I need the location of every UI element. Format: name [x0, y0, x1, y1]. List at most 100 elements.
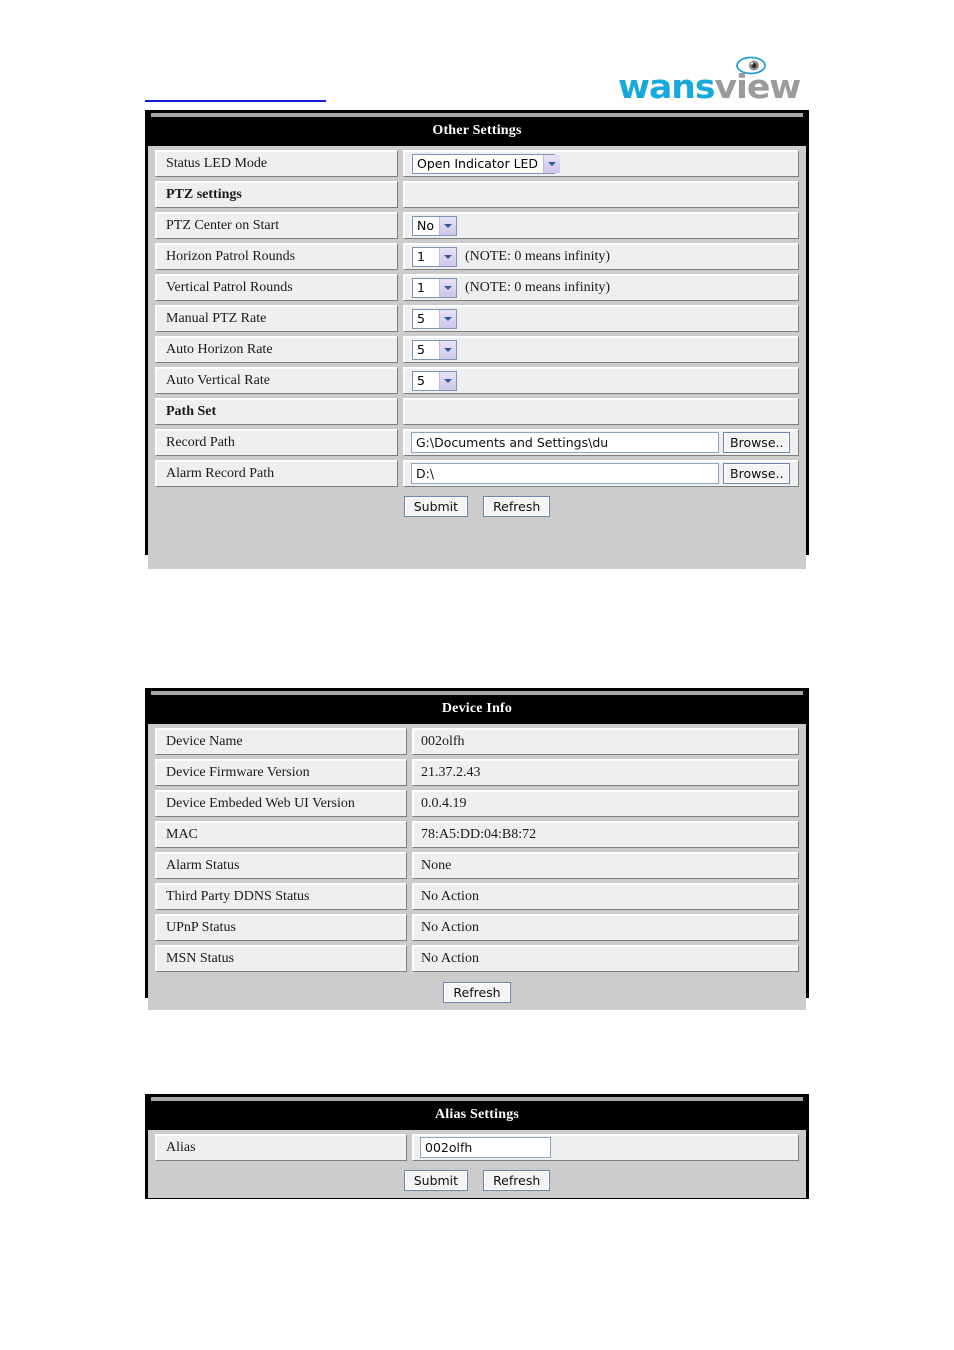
alias-settings-panel: Alias Settings Alias 002olfh Submit Refresh — [145, 1094, 809, 1199]
table-row: Third Party DDNS Status No Action — [155, 883, 799, 910]
path-input-9[interactable]: G:\Documents and Settings\du — [411, 432, 719, 453]
select-value: 5 — [417, 342, 425, 357]
row-value: 002olfh — [412, 1134, 799, 1161]
path-input-group: D:\ Browse.. — [411, 463, 798, 484]
alias-settings-title: Alias Settings — [434, 1107, 520, 1122]
submit-button[interactable]: Submit — [403, 496, 469, 517]
logo-text-wans: wans — [618, 67, 716, 106]
select-value: 5 — [417, 373, 425, 388]
row-value: 21.37.2.43 — [412, 759, 799, 786]
row-label: Path Set — [155, 398, 398, 425]
note-text: (NOTE: 0 means infinity) — [465, 279, 611, 295]
select-value: 1 — [417, 249, 425, 264]
table-row: Alarm Status None — [155, 852, 799, 879]
header-blue-divider — [145, 100, 326, 102]
row-value: 1 (NOTE: 0 means infinity) — [403, 243, 799, 270]
row-label: Alias — [155, 1134, 407, 1161]
table-row: Horizon Patrol Rounds 1 (NOTE: 0 means inf… — [155, 243, 799, 270]
logo-text-view: view — [714, 67, 801, 106]
chevron-glyph — [444, 223, 452, 228]
row-value: 1 (NOTE: 0 means infinity) — [403, 274, 799, 301]
device-info-body: Device Name 002olfh Device Firmware Versio… — [148, 724, 806, 1010]
select-2[interactable]: No — [412, 215, 457, 236]
row-label: PTZ Center on Start — [155, 212, 398, 239]
refresh-button[interactable]: Refresh — [483, 1170, 551, 1191]
table-row: Auto Vertical Rate 5 — [155, 367, 799, 394]
submit-button[interactable]: Submit — [403, 1170, 469, 1191]
row-value: 0.0.4.19 — [412, 790, 799, 817]
select-7[interactable]: 5 — [412, 370, 457, 391]
row-value: No — [403, 212, 799, 239]
select-value: 5 — [417, 311, 425, 326]
alias-settings-body: Alias 002olfh Submit Refresh — [148, 1130, 806, 1198]
row-label: PTZ settings — [155, 181, 398, 208]
refresh-button[interactable]: Refresh — [443, 982, 511, 1003]
table-row: MSN Status No Action — [155, 945, 799, 972]
select-6[interactable]: 5 — [412, 339, 457, 360]
row-value: No Action — [412, 945, 799, 972]
chevron-down-icon — [543, 154, 561, 173]
row-label: Horizon Patrol Rounds — [155, 243, 398, 270]
row-value: G:\Documents and Settings\du Browse.. — [403, 429, 799, 456]
table-row: Alias 002olfh — [155, 1134, 799, 1161]
wansview-logo: wansview — [618, 56, 810, 106]
path-input-10[interactable]: D:\ — [411, 463, 719, 484]
chevron-down-icon — [439, 278, 456, 297]
row-value: 002olfh — [412, 728, 799, 755]
chevron-glyph — [444, 316, 452, 321]
select-5[interactable]: 5 — [412, 308, 457, 329]
row-label: Alarm Record Path — [155, 460, 398, 487]
row-value: D:\ Browse.. — [403, 460, 799, 487]
row-label: MSN Status — [155, 945, 407, 972]
table-row: Device Firmware Version 21.37.2.43 — [155, 759, 799, 786]
table-row: Auto Horizon Rate 5 — [155, 336, 799, 363]
table-row: Path Set — [155, 398, 799, 425]
table-row: Manual PTZ Rate 5 — [155, 305, 799, 332]
chevron-glyph — [444, 347, 452, 352]
button-bar: Submit Refresh — [155, 491, 799, 524]
table-row: Status LED Mode Open Indicator LED — [155, 150, 799, 177]
row-label: UPnP Status — [155, 914, 407, 941]
path-input-group: G:\Documents and Settings\du Browse.. — [411, 432, 798, 453]
row-label: MAC — [155, 821, 407, 848]
chevron-down-icon — [439, 309, 456, 328]
table-row: Alarm Record Path D:\ Browse.. — [155, 460, 799, 487]
button-bar: Submit Refresh — [155, 1165, 799, 1198]
row-value: No Action — [412, 914, 799, 941]
row-label: Manual PTZ Rate — [155, 305, 398, 332]
table-row: Vertical Patrol Rounds 1 (NOTE: 0 means in… — [155, 274, 799, 301]
row-label: Third Party DDNS Status — [155, 883, 407, 910]
wansview-wordmark: wansview — [618, 67, 801, 106]
browse-button-9[interactable]: Browse.. — [723, 432, 791, 453]
select-value: No — [417, 218, 434, 233]
select-value: 1 — [417, 280, 425, 295]
row-value: Open Indicator LED — [403, 150, 799, 177]
device-info-panel: Device Info Device Name 002olfh Device Fir… — [145, 688, 809, 1010]
other-settings-body: Status LED Mode Open Indicator LED PTZ set… — [148, 146, 806, 569]
table-row: UPnP Status No Action — [155, 914, 799, 941]
refresh-button[interactable]: Refresh — [483, 496, 551, 517]
row-label: Auto Horizon Rate — [155, 336, 398, 363]
row-value: 5 — [403, 336, 799, 363]
row-label: Device Embeded Web UI Version — [155, 790, 407, 817]
chevron-down-icon — [439, 371, 456, 390]
chevron-down-icon — [439, 216, 456, 235]
row-value: No Action — [412, 883, 799, 910]
row-value: None — [412, 852, 799, 879]
chevron-glyph — [444, 378, 452, 383]
other-settings-title: Other Settings — [432, 123, 522, 138]
row-value — [403, 181, 799, 208]
alias-input[interactable]: 002olfh — [420, 1137, 551, 1158]
select-3[interactable]: 1 — [412, 246, 457, 267]
chevron-down-icon — [439, 247, 456, 266]
select-0[interactable]: Open Indicator LED — [412, 153, 561, 174]
row-label: Status LED Mode — [155, 150, 398, 177]
table-row: Device Embeded Web UI Version 0.0.4.19 — [155, 790, 799, 817]
browse-button-10[interactable]: Browse.. — [723, 463, 791, 484]
select-4[interactable]: 1 — [412, 277, 457, 298]
note-text: (NOTE: 0 means infinity) — [465, 248, 611, 264]
row-label: Device Firmware Version — [155, 759, 407, 786]
panel-filler — [155, 524, 799, 569]
chevron-glyph — [548, 161, 557, 166]
row-label: Alarm Status — [155, 852, 407, 879]
